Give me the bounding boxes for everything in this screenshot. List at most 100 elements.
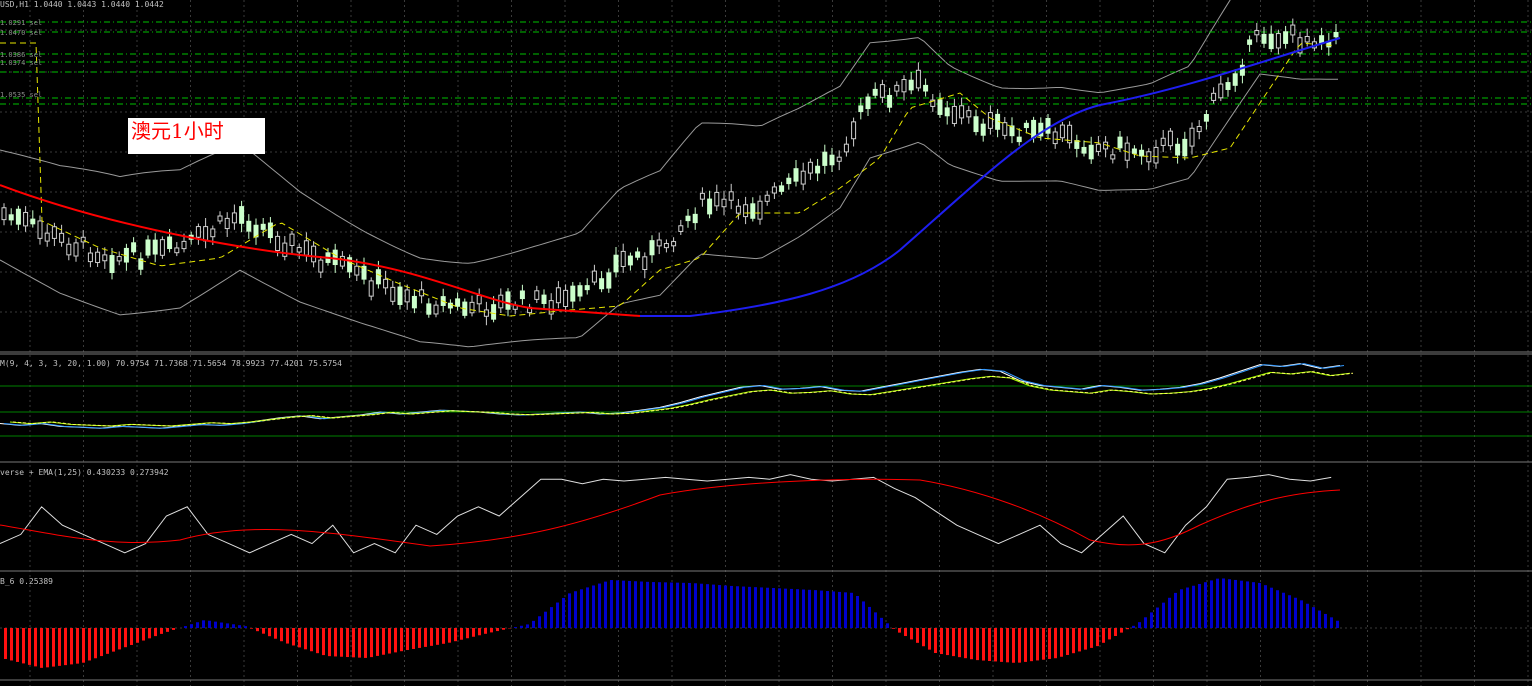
candle-body bbox=[246, 220, 252, 232]
histogram-bar bbox=[730, 585, 733, 628]
histogram-bar bbox=[766, 587, 769, 628]
candle-body bbox=[1182, 138, 1188, 157]
candle-body bbox=[987, 112, 993, 129]
candle-body bbox=[584, 285, 590, 291]
histogram-bar bbox=[502, 628, 505, 630]
histogram-bar bbox=[706, 584, 709, 628]
histogram-bar bbox=[682, 582, 685, 628]
candle-body bbox=[167, 236, 173, 250]
candle-body bbox=[483, 309, 489, 317]
candle-body bbox=[390, 286, 396, 302]
histogram-bar bbox=[100, 628, 103, 657]
histogram-bar bbox=[1030, 628, 1033, 662]
candle-body bbox=[685, 215, 691, 222]
stochastic-panel bbox=[0, 363, 1532, 437]
histogram-bar bbox=[778, 588, 781, 628]
histogram-bar bbox=[958, 628, 961, 658]
price-level-label: 1.0374 sel bbox=[0, 59, 43, 67]
chart-title-label: 澳元1小时 bbox=[128, 118, 265, 154]
candle-body bbox=[757, 200, 763, 220]
histogram-header: B_6 0.25389 bbox=[0, 577, 53, 586]
candle-body bbox=[1254, 30, 1260, 36]
candle-body bbox=[714, 191, 720, 207]
candle-body bbox=[577, 285, 583, 297]
histogram-bar bbox=[148, 628, 151, 639]
histogram-bar bbox=[610, 580, 613, 628]
oscillator-line bbox=[0, 474, 1332, 554]
histogram-bar bbox=[820, 590, 823, 628]
candle-body bbox=[131, 242, 137, 253]
candle-body bbox=[951, 105, 957, 124]
histogram-bar bbox=[406, 628, 409, 651]
candle-body bbox=[541, 294, 547, 304]
candle-body bbox=[1247, 39, 1253, 45]
candle-body bbox=[1031, 119, 1037, 139]
candle-body bbox=[1218, 83, 1224, 99]
histogram-bar bbox=[970, 628, 973, 660]
candle-body bbox=[1304, 35, 1310, 43]
histogram-bar bbox=[442, 628, 445, 644]
candle-body bbox=[959, 105, 965, 119]
price-level-label: 1.0291 sel bbox=[0, 19, 43, 27]
candle-body bbox=[1095, 143, 1101, 152]
candle-body bbox=[937, 99, 943, 115]
oscillator-ema bbox=[0, 478, 1341, 547]
candle-body bbox=[642, 256, 648, 271]
candle-body bbox=[491, 304, 497, 320]
candle-body bbox=[620, 250, 626, 267]
candle-body bbox=[656, 239, 662, 247]
candle-body bbox=[613, 254, 619, 273]
candle-body bbox=[1333, 31, 1339, 38]
histogram-bar bbox=[514, 627, 517, 628]
histogram-bar bbox=[58, 628, 61, 666]
candle-body bbox=[1088, 144, 1094, 160]
candle-body bbox=[174, 247, 180, 254]
candle-body bbox=[411, 295, 417, 309]
candle-body bbox=[980, 123, 986, 136]
candle-body bbox=[599, 278, 605, 290]
candle-body bbox=[447, 302, 453, 309]
candle-body bbox=[750, 203, 756, 219]
stoch-line bbox=[3, 363, 1345, 429]
histogram-bar bbox=[340, 628, 343, 657]
histogram-bar bbox=[304, 628, 307, 650]
candle-body bbox=[44, 232, 50, 242]
trading-chart[interactable] bbox=[0, 0, 1532, 686]
histogram-bar bbox=[640, 581, 643, 628]
candle-body bbox=[894, 84, 900, 92]
histogram-bar bbox=[784, 588, 787, 628]
histogram-bar bbox=[40, 628, 43, 668]
candle-body bbox=[426, 303, 432, 315]
histogram-bar bbox=[658, 582, 661, 628]
histogram-bar bbox=[88, 628, 91, 661]
candle-body bbox=[195, 226, 201, 238]
histogram-bar bbox=[844, 592, 847, 628]
histogram-bar bbox=[400, 628, 403, 652]
candle-body bbox=[433, 304, 439, 315]
histogram-bar bbox=[1240, 580, 1243, 628]
candle-body bbox=[1052, 131, 1058, 145]
histogram-bar bbox=[1138, 622, 1141, 628]
histogram-bar bbox=[1066, 628, 1069, 655]
histogram-bar bbox=[274, 628, 277, 639]
main-chart-header: USD,H1 1.0440 1.0443 1.0440 1.0442 bbox=[0, 0, 164, 9]
candle-body bbox=[555, 287, 561, 304]
histogram-bar bbox=[1294, 597, 1297, 628]
histogram-bar bbox=[1150, 612, 1153, 628]
histogram-bar bbox=[562, 597, 565, 628]
candle-body bbox=[779, 185, 785, 192]
candle-body bbox=[260, 223, 266, 230]
histogram-bar bbox=[928, 628, 931, 650]
histogram-bar bbox=[550, 607, 553, 628]
histogram-bar bbox=[292, 628, 295, 646]
histogram-bar bbox=[1216, 578, 1219, 628]
histogram-bar bbox=[124, 628, 127, 648]
candle-body bbox=[1290, 24, 1296, 36]
histogram-bar bbox=[1108, 628, 1111, 640]
histogram-bar bbox=[688, 582, 691, 628]
histogram-bar bbox=[1252, 582, 1255, 628]
candle-body bbox=[1167, 130, 1173, 147]
candle-body bbox=[210, 228, 216, 238]
price-level-label: 1.0470 sel bbox=[0, 29, 43, 37]
candle-body bbox=[419, 289, 425, 297]
